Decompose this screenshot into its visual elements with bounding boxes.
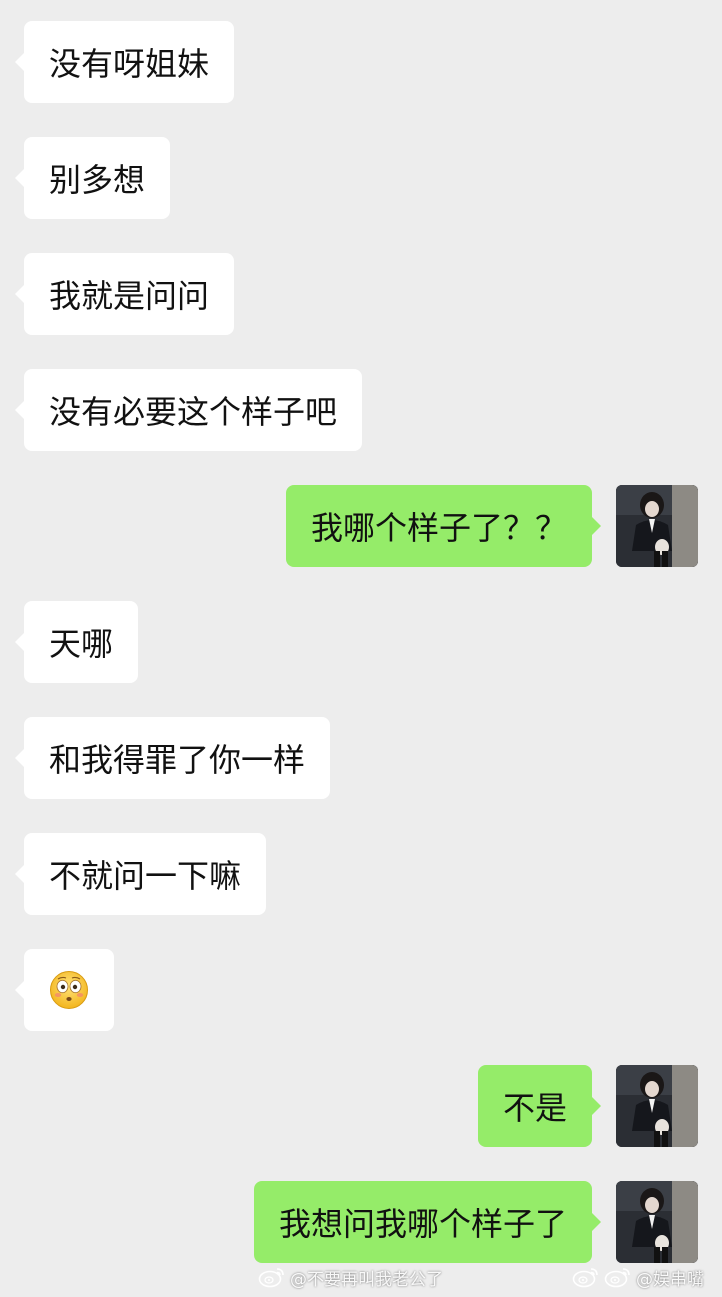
watermark-right: @娱串嘴 — [572, 1265, 704, 1290]
weibo-logo-icon — [258, 1268, 284, 1288]
message-text: 我想问我哪个样子了 — [278, 1205, 567, 1243]
message-bubble-incoming[interactable]: 没有必要这个样子吧 — [14, 369, 363, 451]
flushed-face-emoji-icon — [50, 971, 88, 1009]
chat-area[interactable]: 没有呀姐妹 别多想 我就是问问 没有必要这个样子吧 我哪个样子了？？ 天哪 和我… — [0, 0, 722, 1297]
message-text: 没有呀姐妹 — [49, 45, 210, 83]
message-text: 天哪 — [49, 625, 114, 663]
message-bubble-outgoing[interactable]: 我哪个样子了？？ — [285, 485, 602, 567]
message-outgoing: 不是 — [0, 1065, 722, 1147]
message-outgoing: 我想问我哪个样子了 — [0, 1181, 722, 1263]
watermark-text: @娱串嘴 — [636, 1269, 704, 1290]
message-incoming: 和我得罪了你一样 — [0, 717, 722, 799]
message-text: 没有必要这个样子吧 — [49, 393, 338, 431]
message-bubble-incoming[interactable]: 我就是问问 — [14, 253, 235, 335]
message-bubble-incoming[interactable]: 别多想 — [14, 137, 171, 219]
message-incoming: 没有呀姐妹 — [0, 21, 722, 103]
message-bubble-incoming[interactable]: 和我得罪了你一样 — [14, 717, 331, 799]
user-avatar[interactable] — [616, 1065, 698, 1147]
message-bubble-incoming[interactable]: 没有呀姐妹 — [14, 21, 235, 103]
message-bubble-outgoing[interactable]: 我想问我哪个样子了 — [253, 1181, 602, 1263]
message-text: 别多想 — [49, 161, 146, 199]
message-incoming: 我就是问问 — [0, 253, 722, 335]
message-text: 不是 — [502, 1089, 567, 1127]
message-incoming: 没有必要这个样子吧 — [0, 369, 722, 451]
message-text: 不就问一下嘛 — [49, 857, 242, 895]
message-bubble-incoming[interactable] — [15, 949, 114, 1031]
weibo-logo-icon — [604, 1268, 630, 1288]
message-incoming — [0, 949, 722, 1031]
user-avatar[interactable] — [616, 485, 698, 567]
message-text: 我就是问问 — [49, 277, 210, 315]
message-text: 我哪个样子了？？ — [310, 509, 567, 547]
weibo-logo-icon — [572, 1268, 598, 1288]
watermark-left: @不要再叫我老公了 — [258, 1265, 443, 1290]
message-bubble-incoming[interactable]: 天哪 — [14, 601, 139, 683]
message-incoming: 天哪 — [0, 601, 722, 683]
message-text: 和我得罪了你一样 — [49, 741, 306, 779]
watermark-text: @不要再叫我老公了 — [290, 1269, 443, 1290]
message-bubble-outgoing[interactable]: 不是 — [477, 1065, 602, 1147]
message-incoming: 不就问一下嘛 — [0, 833, 722, 915]
message-outgoing: 我哪个样子了？？ — [0, 485, 722, 567]
message-incoming: 别多想 — [0, 137, 722, 219]
user-avatar[interactable] — [616, 1181, 698, 1263]
message-bubble-incoming[interactable]: 不就问一下嘛 — [14, 833, 267, 915]
